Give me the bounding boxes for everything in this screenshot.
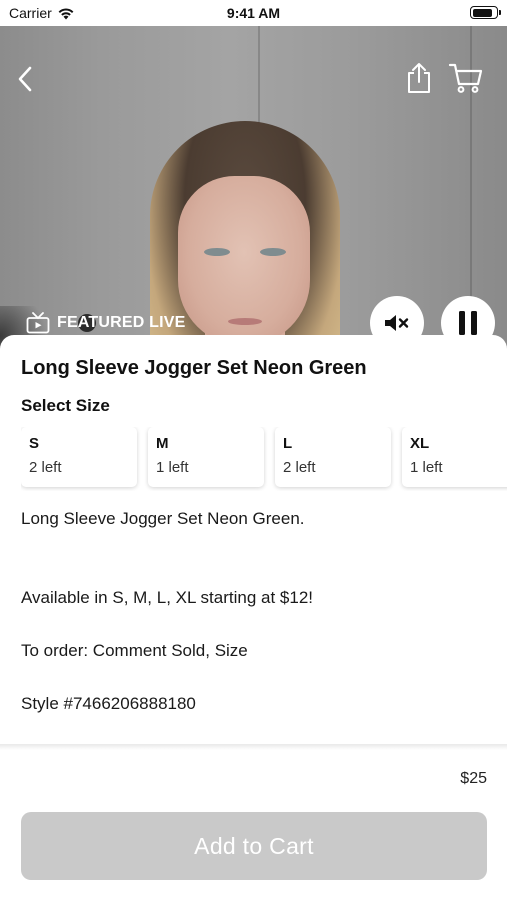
price-label: $25 (460, 770, 487, 787)
size-name: XL (410, 435, 430, 452)
presenter-eye (260, 248, 286, 256)
status-bar: Carrier 9:41 AM (0, 0, 507, 26)
size-option-s[interactable]: S 2 left (21, 427, 137, 487)
description-line: Long Sleeve Jogger Set Neon Green. (21, 509, 305, 528)
size-stock: 2 left (29, 459, 62, 476)
size-name: S (29, 435, 40, 452)
share-icon (408, 63, 430, 93)
live-video[interactable]: FEATURED LIVE (0, 26, 507, 356)
size-selector[interactable]: S 2 left M 1 left L 2 left XL 1 left (21, 427, 507, 491)
size-name: M (156, 435, 169, 452)
size-option-m[interactable]: M 1 left (148, 427, 264, 487)
chevron-left-icon (18, 66, 32, 92)
size-option-xl[interactable]: XL 1 left (402, 427, 507, 487)
pause-icon (459, 311, 477, 335)
size-stock: 1 left (410, 459, 443, 476)
speaker-mute-icon (385, 315, 409, 331)
size-name: L (283, 435, 293, 452)
cart-button[interactable] (446, 60, 486, 96)
description-line: To order: Comment Sold, Size (21, 641, 248, 660)
cart-icon (448, 63, 483, 93)
featured-live-badge: FEATURED LIVE (26, 312, 186, 334)
description-line: Style #7466206888180 (21, 694, 196, 713)
tv-icon (26, 312, 50, 334)
presenter-mouth (228, 318, 262, 325)
share-button[interactable] (402, 60, 436, 96)
featured-live-label: FEATURED LIVE (57, 314, 186, 331)
product-title: Long Sleeve Jogger Set Neon Green (21, 357, 367, 379)
footer-divider (0, 744, 507, 750)
battery-icon (470, 6, 501, 19)
back-button[interactable] (10, 64, 40, 94)
description-line: Available in S, M, L, XL starting at $12… (21, 588, 313, 607)
size-stock: 2 left (283, 459, 316, 476)
add-to-cart-button[interactable]: Add to Cart (21, 812, 487, 880)
size-stock: 1 left (156, 459, 189, 476)
status-time: 9:41 AM (226, 5, 281, 21)
battery-level (472, 8, 493, 17)
presenter-eye (204, 248, 230, 256)
size-heading: Select Size (21, 396, 110, 415)
size-option-l[interactable]: L 2 left (275, 427, 391, 487)
